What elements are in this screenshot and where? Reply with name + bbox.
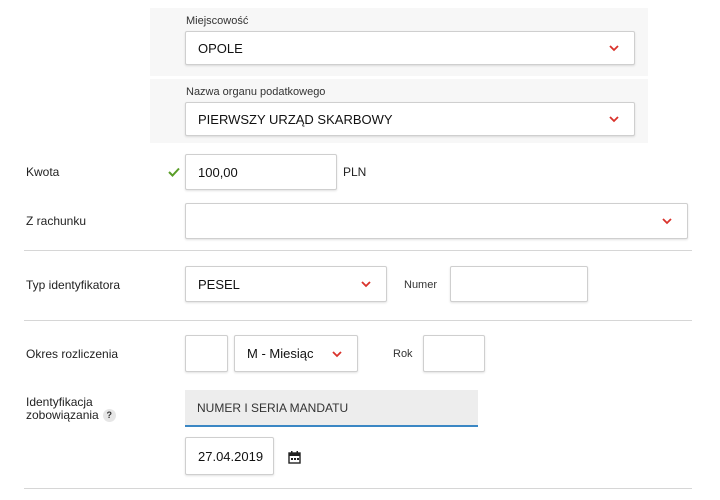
obligation-type-value: NUMER I SERIA MANDATU [197,400,349,415]
amount-input[interactable]: 100,00 [185,154,337,190]
currency-label: PLN [343,165,367,179]
chevron-down-icon [609,116,619,123]
identifier-type-select[interactable]: PESEL [185,266,387,302]
amount-value: 100,00 [198,164,238,180]
divider [24,488,692,489]
identifier-type-label: Typ identyfikatora [26,278,121,292]
account-select[interactable] [185,203,688,239]
date-input[interactable]: 27.04.2019 [185,437,274,475]
check-icon [168,167,180,177]
obligation-label-line2: zobowiązania [26,408,99,422]
divider [24,320,692,321]
obligation-label-line1: Identyfikacja [26,395,93,409]
year-label: Rok [393,348,413,360]
help-icon[interactable]: ? [102,409,116,423]
city-label: Miejscowość [186,15,249,27]
chevron-down-icon [361,281,371,288]
obligation-label: Identyfikacja zobowiązania? [26,395,116,423]
account-label: Z rachunku [26,214,87,228]
divider [24,250,692,251]
identifier-type-value: PESEL [198,276,240,292]
identifier-number-input[interactable] [450,266,588,302]
period-first-input[interactable] [185,335,228,372]
period-month-select[interactable]: M - Miesiąc [234,335,358,372]
obligation-type-field[interactable]: NUMER I SERIA MANDATU [185,390,478,427]
period-label: Okres rozliczenia [26,347,119,361]
city-value: OPOLE [198,40,243,56]
tax-office-select[interactable]: PIERWSZY URZĄD SKARBOWY [185,102,635,136]
identifier-number-label: Numer [404,279,438,291]
year-input[interactable] [423,335,485,372]
date-value: 27.04.2019 [198,448,264,464]
tax-office-value: PIERWSZY URZĄD SKARBOWY [198,111,393,127]
city-select[interactable]: OPOLE [185,31,635,65]
tax-office-label: Nazwa organu podatkowego [186,86,326,98]
chevron-down-icon [332,350,342,357]
chevron-down-icon [609,45,619,52]
chevron-down-icon [662,218,672,225]
amount-label: Kwota [26,165,60,179]
calendar-icon[interactable] [288,451,301,464]
period-month-value: M - Miesiąc [247,346,314,361]
